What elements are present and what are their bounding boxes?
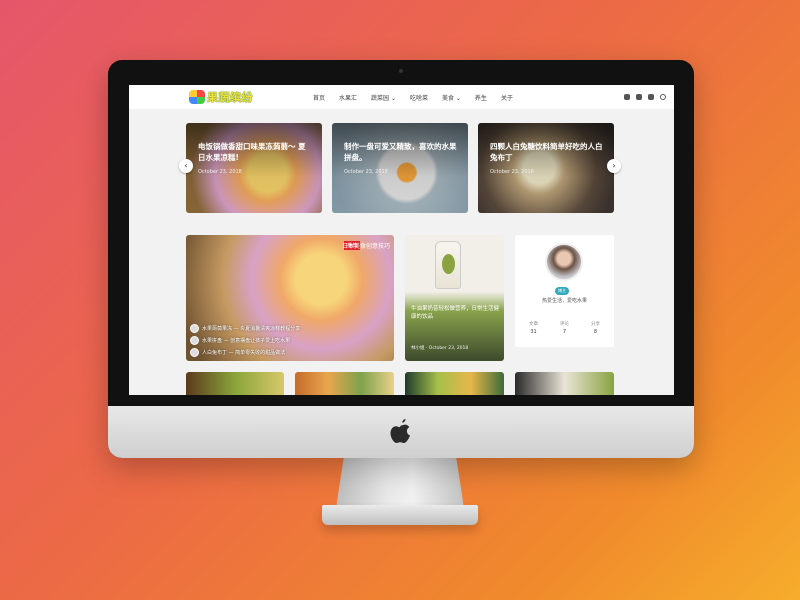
- menu-item-about[interactable]: 关于: [501, 93, 513, 102]
- slide-date: October 23, 2018: [198, 169, 242, 175]
- slide-2[interactable]: 制作一盘可爱又精致，喜欢的水果拼盘。 October 23, 2018: [332, 123, 468, 213]
- stat-shares: 分享 8: [591, 322, 600, 335]
- post-thumbnail[interactable]: [186, 372, 284, 395]
- mail-icon[interactable]: [636, 94, 642, 100]
- stat-posts: 文章 31: [529, 322, 538, 335]
- hero-slider: 电饭锅做香甜口味果冻蒟蒻～ 夏日水果凉糕! October 23, 2018 制…: [179, 123, 621, 213]
- featured-post[interactable]: 推荐 日本美食创意技巧 水果蒟蒻果冻 — 炎夏消暑清爽凉糕教程分享 水果拼盘 —…: [186, 235, 394, 361]
- imac-monitor: 果蔬缤纷 首页 水果汇 蔬菜园 ⌄ 吃啥菜 美食 ⌄ 养生 关于 电饭锅做香甜口…: [108, 60, 694, 458]
- list-item[interactable]: 人白兔布丁 — 简单零失败的甜品做法: [190, 348, 390, 357]
- author-badge: 博主: [555, 287, 569, 295]
- menu-item-vegetables[interactable]: 蔬菜园 ⌄: [371, 93, 396, 102]
- menu-item-what-to-eat[interactable]: 吃啥菜: [410, 93, 428, 102]
- slide-date: October 23, 2018: [344, 169, 388, 175]
- stand-neck: [336, 458, 464, 508]
- menu-item-health[interactable]: 养生: [475, 93, 487, 102]
- featured-heading: 日本美食创意技巧: [341, 243, 390, 250]
- slider-next-button[interactable]: ›: [607, 159, 621, 173]
- nav-icons: [624, 94, 666, 100]
- search-icon[interactable]: [660, 94, 666, 100]
- menu-item-fruit[interactable]: 水果汇: [339, 93, 357, 102]
- post-image: [435, 241, 461, 289]
- slide-1[interactable]: 电饭锅做香甜口味果冻蒟蒻～ 夏日水果凉糕! October 23, 2018: [186, 123, 322, 213]
- menu-item-home[interactable]: 首页: [313, 93, 325, 102]
- post-meta: 林小姐 · October 23, 2018: [411, 346, 469, 351]
- stat-comments: 评论 7: [560, 322, 569, 335]
- camera: [399, 69, 403, 73]
- featured-list: 水果蒟蒻果冻 — 炎夏消暑清爽凉糕教程分享 水果拼盘 — 创意摆盘让孩子爱上吃水…: [190, 321, 390, 357]
- author-profile-widget: 博主 热爱生活，爱吃水果 文章 31 评论 7 分享 8: [515, 235, 614, 347]
- top-nav: 果蔬缤纷 首页 水果汇 蔬菜园 ⌄ 吃啥菜 美食 ⌄ 养生 关于: [129, 85, 674, 109]
- list-item[interactable]: 水果拼盘 — 创意摆盘让孩子爱上吃水果: [190, 336, 390, 345]
- stand-base: [322, 505, 478, 525]
- post-card[interactable]: 牛油果奶昔轻松做营养，日常生活健康的饮品 林小姐 · October 23, 2…: [405, 235, 504, 361]
- site-logo[interactable]: 果蔬缤纷: [189, 89, 253, 105]
- main-menu: 首页 水果汇 蔬菜园 ⌄ 吃啥菜 美食 ⌄ 养生 关于: [313, 93, 513, 102]
- author-stats: 文章 31 评论 7 分享 8: [529, 321, 600, 335]
- avatar: [190, 348, 199, 357]
- slide-title: 四颗人白兔糖饮料简单好吃的人白兔布丁: [490, 142, 603, 162]
- apple-logo-icon: [390, 419, 410, 443]
- logo-text: 果蔬缤纷: [207, 91, 253, 104]
- list-item[interactable]: 水果蒟蒻果冻 — 炎夏消暑清爽凉糕教程分享: [190, 324, 390, 333]
- user-icon[interactable]: [624, 94, 630, 100]
- logo-icon: [189, 90, 205, 104]
- avatar: [190, 324, 199, 333]
- author-bio: 热爱生活，爱吃水果: [541, 298, 587, 304]
- post-thumbnail[interactable]: [405, 372, 504, 395]
- avatar: [190, 336, 199, 345]
- website-screen: 果蔬缤纷 首页 水果汇 蔬菜园 ⌄ 吃啥菜 美食 ⌄ 养生 关于 电饭锅做香甜口…: [129, 85, 674, 395]
- slide-date: October 23, 2018: [490, 169, 534, 175]
- slide-title: 电饭锅做香甜口味果冻蒟蒻～ 夏日水果凉糕!: [198, 142, 306, 162]
- slider-prev-button[interactable]: ‹: [179, 159, 193, 173]
- post-title: 牛油果奶昔轻松做营养，日常生活健康的饮品: [411, 306, 500, 320]
- slide-title: 制作一盘可爱又精致，喜欢的水果拼盘。: [344, 142, 457, 162]
- flag-icon[interactable]: [648, 94, 654, 100]
- slide-3[interactable]: 四颗人白兔糖饮料简单好吃的人白兔布丁 October 23, 2018: [478, 123, 614, 213]
- menu-item-food[interactable]: 美食 ⌄: [442, 93, 461, 102]
- post-thumbnail[interactable]: [515, 372, 614, 395]
- author-avatar[interactable]: [545, 243, 583, 281]
- monitor-chin: [108, 406, 694, 458]
- post-thumbnail[interactable]: [295, 372, 394, 395]
